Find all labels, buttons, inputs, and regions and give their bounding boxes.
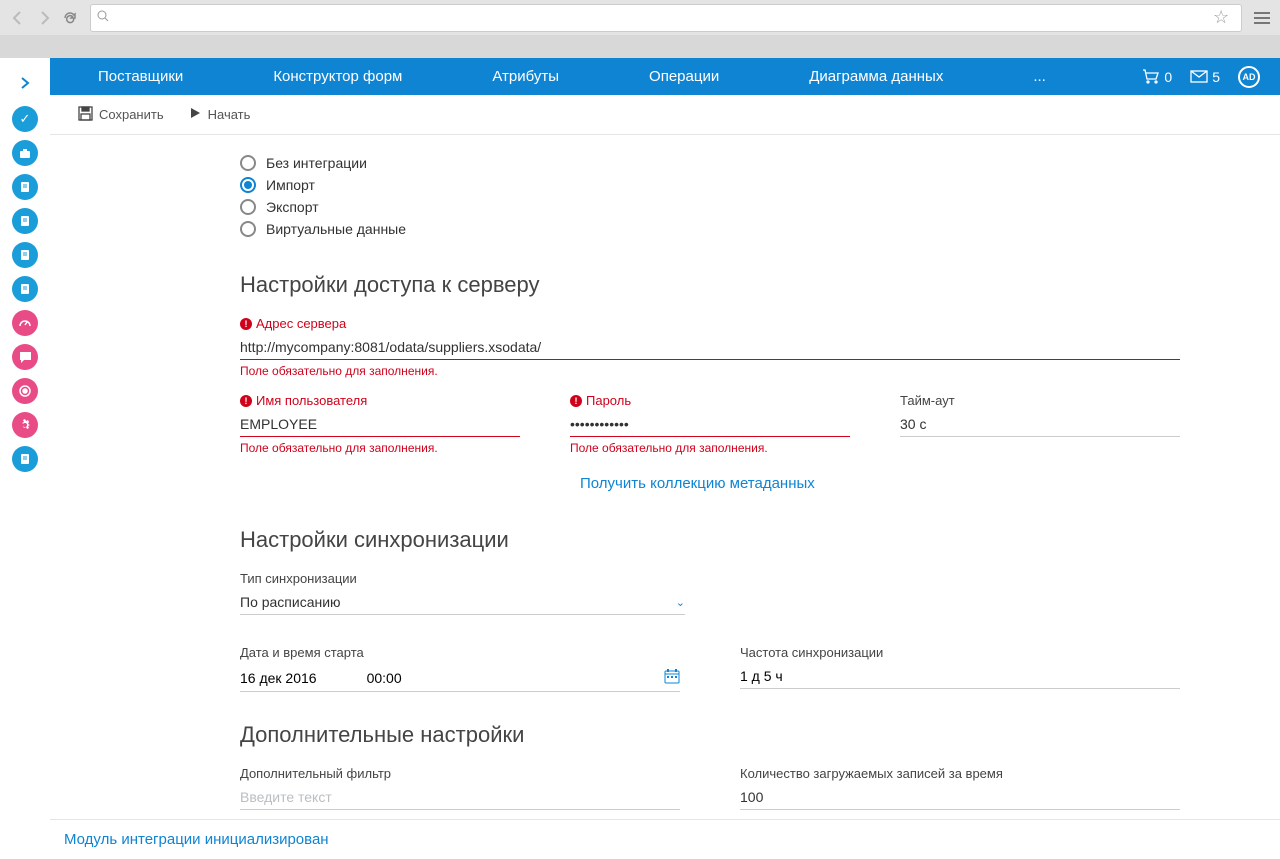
sync-type-value: По расписанию — [240, 594, 341, 610]
radio-virtual[interactable]: Виртуальные данные — [240, 221, 1180, 237]
cart-badge[interactable]: 0 — [1142, 69, 1172, 85]
radio-icon — [240, 177, 256, 193]
sync-section-title: Настройки синхронизации — [240, 527, 1180, 553]
extra-section-title: Дополнительные настройки — [240, 722, 1180, 748]
sidebar-toggle[interactable] — [10, 68, 40, 98]
sidebar-icon-chat[interactable] — [12, 344, 38, 370]
start-button[interactable]: Начать — [180, 102, 259, 127]
integration-type-radio-group: Без интеграции Импорт Экспорт Виртуальны… — [240, 155, 1180, 237]
top-navigation: Поставщики Конструктор форм Атрибуты Опе… — [50, 58, 1280, 95]
username-input[interactable] — [240, 412, 520, 437]
sidebar-icon-doc-1[interactable] — [12, 174, 38, 200]
reload-button[interactable] — [58, 6, 82, 30]
radio-label: Экспорт — [266, 199, 319, 215]
forward-button[interactable] — [32, 6, 56, 30]
filter-label: Дополнительный фильтр — [240, 766, 680, 781]
sidebar: ✓ — [0, 58, 50, 859]
start-label: Начать — [208, 107, 251, 122]
status-footer: Модуль интеграции инициализирован — [50, 819, 1280, 859]
user-avatar[interactable]: AD — [1238, 66, 1260, 88]
nav-data-diagram[interactable]: Диаграмма данных — [809, 68, 943, 85]
sidebar-icon-doc-3[interactable] — [12, 242, 38, 268]
radio-icon — [240, 199, 256, 215]
menu-button[interactable] — [1250, 6, 1274, 30]
calendar-icon[interactable] — [664, 668, 680, 687]
error-icon: ! — [240, 395, 252, 407]
url-input[interactable] — [109, 10, 1213, 25]
radio-label: Виртуальные данные — [266, 221, 406, 237]
username-label: ! Имя пользователя — [240, 393, 520, 408]
start-date-input[interactable]: 16 дек 2016 00:00 — [240, 664, 680, 692]
cart-icon — [1142, 69, 1160, 84]
metadata-link[interactable]: Получить коллекцию метаданных — [580, 475, 1180, 492]
browser-toolbar: ☆ — [0, 0, 1280, 35]
nav-form-builder[interactable]: Конструктор форм — [273, 68, 402, 85]
radio-icon — [240, 155, 256, 171]
play-icon — [188, 106, 202, 123]
password-input[interactable] — [570, 412, 850, 437]
back-button[interactable] — [6, 6, 30, 30]
sidebar-icon-doc-4[interactable] — [12, 276, 38, 302]
username-error: Поле обязательно для заполнения. — [240, 441, 520, 455]
password-error: Поле обязательно для заполнения. — [570, 441, 850, 455]
server-address-label: ! Адрес сервера — [240, 316, 1180, 331]
server-section-title: Настройки доступа к серверу — [240, 272, 1180, 298]
chevron-down-icon: ⌄ — [676, 596, 685, 609]
server-address-input[interactable] — [240, 335, 1180, 360]
start-date-label: Дата и время старта — [240, 645, 680, 660]
radio-import[interactable]: Импорт — [240, 177, 1180, 193]
sidebar-icon-briefcase[interactable] — [12, 140, 38, 166]
nav-more[interactable]: ... — [1033, 68, 1046, 85]
mail-badge[interactable]: 5 — [1190, 69, 1220, 85]
filter-input[interactable] — [240, 785, 680, 810]
sidebar-icon-check[interactable]: ✓ — [12, 106, 38, 132]
save-icon — [78, 106, 93, 124]
date-value: 16 дек 2016 — [240, 670, 317, 686]
timeout-input[interactable] — [900, 412, 1180, 437]
url-bar[interactable]: ☆ — [90, 4, 1242, 32]
action-toolbar: Сохранить Начать — [50, 95, 1280, 135]
sidebar-icon-doc-2[interactable] — [12, 208, 38, 234]
limit-label: Количество загружаемых записей за время — [740, 766, 1180, 781]
password-label: ! Пароль — [570, 393, 850, 408]
save-button[interactable]: Сохранить — [70, 102, 172, 128]
form-content: Без интеграции Импорт Экспорт Виртуальны… — [50, 135, 1280, 819]
save-label: Сохранить — [99, 107, 164, 122]
error-icon: ! — [570, 395, 582, 407]
frequency-input[interactable] — [740, 664, 1180, 689]
radio-no-integration[interactable]: Без интеграции — [240, 155, 1180, 171]
bookmark-icon[interactable]: ☆ — [1213, 7, 1235, 28]
sidebar-icon-gauge[interactable] — [12, 310, 38, 336]
mail-icon — [1190, 70, 1208, 83]
limit-input[interactable] — [740, 785, 1180, 810]
radio-label: Без интеграции — [266, 155, 367, 171]
browser-chrome-gap — [0, 35, 1280, 58]
time-value: 00:00 — [367, 670, 402, 686]
error-icon: ! — [240, 318, 252, 330]
sync-type-select[interactable]: По расписанию ⌄ — [240, 590, 685, 615]
mail-count: 5 — [1212, 69, 1220, 85]
nav-attributes[interactable]: Атрибуты — [492, 68, 559, 85]
sync-type-label: Тип синхронизации — [240, 571, 1180, 586]
radio-label: Импорт — [266, 177, 315, 193]
frequency-label: Частота синхронизации — [740, 645, 1180, 660]
search-icon — [97, 10, 109, 25]
radio-icon — [240, 221, 256, 237]
cart-count: 0 — [1164, 69, 1172, 85]
timeout-label: Тайм-аут — [900, 393, 1180, 408]
nav-suppliers[interactable]: Поставщики — [98, 68, 183, 85]
radio-export[interactable]: Экспорт — [240, 199, 1180, 215]
sidebar-icon-doc-5[interactable] — [12, 446, 38, 472]
nav-operations[interactable]: Операции — [649, 68, 719, 85]
sidebar-icon-gear[interactable] — [12, 412, 38, 438]
sidebar-icon-link[interactable] — [12, 378, 38, 404]
server-address-error: Поле обязательно для заполнения. — [240, 364, 1180, 378]
